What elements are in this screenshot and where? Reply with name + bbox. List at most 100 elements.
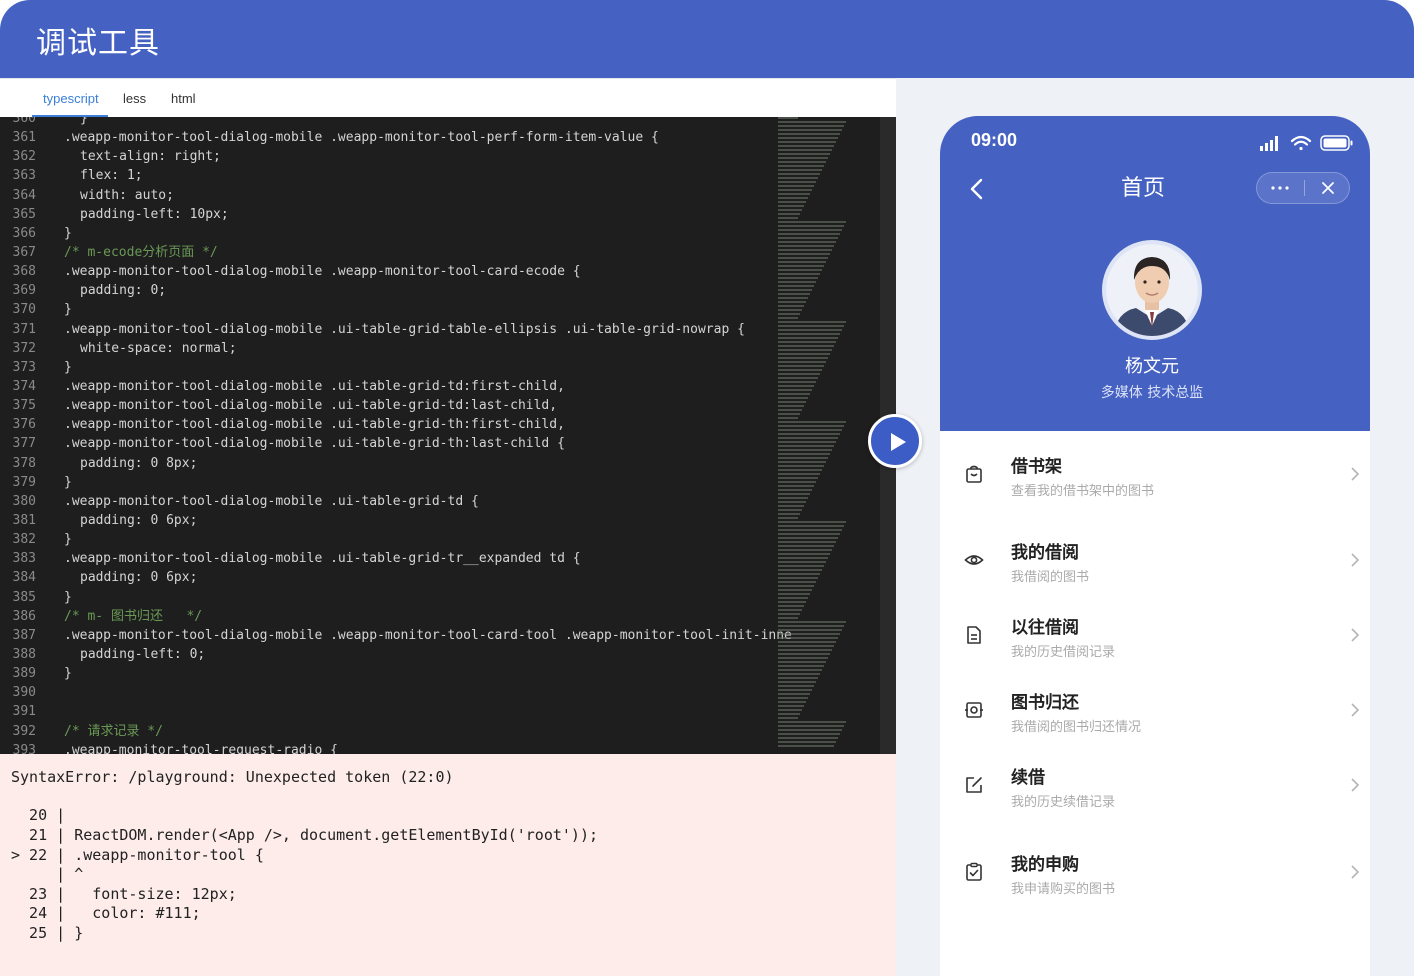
line-text: padding: 0 6px; — [80, 570, 198, 586]
run-button[interactable] — [868, 414, 922, 468]
code-line: 386 /* m- 图书归还 */ — [0, 607, 775, 626]
user-name: 杨文元 — [1125, 356, 1179, 377]
line-text: padding: 0 6px; — [80, 512, 198, 528]
minimap-row — [778, 177, 818, 179]
code-line: 376 .weapp-monitor-tool-dialog-mobile .ui… — [0, 415, 775, 434]
menu-item-history-borrowing[interactable]: 以往借阅 我的历史借阅记录 — [940, 611, 1370, 687]
line-number: 383 — [12, 551, 36, 567]
minimap-row — [778, 593, 810, 595]
menu-item-bookshelf[interactable]: 借书架 查看我的借书架中的图书 — [940, 450, 1370, 526]
line-text: .weapp-monitor-tool-dialog-mobile .weapp… — [64, 264, 581, 280]
minimap-row — [778, 137, 838, 139]
line-text: } — [64, 666, 72, 682]
menu-item-book-return[interactable]: 图书归还 我借阅的图书归还情况 — [940, 686, 1370, 762]
menu-item-my-borrowing[interactable]: 我的借阅 我借阅的图书 — [940, 536, 1370, 612]
minimap-row — [778, 657, 828, 659]
code-line: 390 — [0, 683, 775, 702]
line-text: } — [64, 474, 72, 490]
line-text: } — [64, 359, 72, 375]
line-number: 374 — [12, 378, 36, 394]
tab-less[interactable]: less — [123, 91, 146, 106]
minimap-row — [778, 353, 830, 355]
line-number: 368 — [12, 264, 36, 280]
edit-icon — [966, 777, 982, 793]
minimap-row — [778, 225, 844, 227]
line-number: 367 — [12, 244, 36, 260]
minimap-row — [778, 689, 812, 691]
code-line: 372 white-space: normal; — [0, 339, 775, 358]
line-number: 380 — [12, 493, 36, 509]
minimap-row — [778, 453, 830, 455]
minimap-row — [778, 529, 842, 531]
menu-item-purchase-request[interactable]: 我的申购 我申请购买的图书 — [940, 848, 1370, 924]
code-line: 391 — [0, 702, 775, 721]
minimap-row — [778, 425, 844, 427]
minimap-row — [778, 545, 834, 547]
code-line: 370} — [0, 300, 775, 319]
wifi-icon — [1290, 135, 1312, 151]
minimap-row — [778, 289, 812, 291]
minimap-row — [778, 149, 832, 151]
line-text: padding: 0 8px; — [80, 455, 198, 471]
minimap-row — [778, 645, 834, 647]
menu-item-renew[interactable]: 续借 我的历史续借记录 — [940, 761, 1370, 837]
tab-html[interactable]: html — [171, 91, 196, 106]
mini-program-capsule — [1256, 172, 1350, 204]
minimap-row — [778, 437, 838, 439]
code-line: 365 padding-left: 10px; — [0, 205, 775, 224]
status-time: 09:00 — [971, 130, 1018, 150]
line-number: 393 — [12, 742, 36, 754]
minimap-row — [778, 193, 810, 195]
minimap-row — [778, 233, 840, 235]
minimap-row — [778, 617, 798, 619]
minimap-row — [778, 405, 804, 407]
avatar[interactable] — [1102, 240, 1202, 340]
minimap-row — [778, 365, 824, 367]
line-text: padding: 0; — [80, 283, 167, 299]
minimap-row — [778, 305, 804, 307]
minimap-row — [778, 281, 816, 283]
line-text: padding-left: 10px; — [80, 206, 229, 222]
minimap-row — [778, 157, 828, 159]
line-text: text-align: right; — [80, 149, 221, 165]
minimap-row — [778, 309, 802, 311]
code-line: 362 text-align: right; — [0, 147, 775, 166]
line-text: .weapp-monitor-tool-dialog-mobile .weapp… — [64, 627, 792, 643]
minimap-row — [778, 293, 810, 295]
code-line: 366} — [0, 224, 775, 243]
minimap-row — [778, 441, 836, 443]
line-number: 362 — [12, 149, 36, 165]
chevron-right-icon — [1351, 553, 1360, 567]
line-number: 382 — [12, 532, 36, 548]
code-line: 361 .weapp-monitor-tool-dialog-mobile .we… — [0, 128, 775, 147]
minimap-row — [778, 605, 804, 607]
editor-panel: typescript less html 360} 361 .weapp-monit… — [0, 78, 896, 976]
minimap-row — [778, 389, 812, 391]
minimap-row — [778, 737, 838, 739]
code-editor[interactable]: 360} 361 .weapp-monitor-tool-dialog-mobile… — [0, 117, 896, 754]
line-number: 365 — [12, 206, 36, 222]
minimap-row — [778, 633, 840, 635]
minimap-row — [778, 729, 842, 731]
minimap-row — [778, 741, 836, 743]
tab-typescript[interactable]: typescript — [43, 91, 99, 106]
minimap-row — [778, 553, 830, 555]
line-text: } — [64, 532, 72, 548]
menu-label: 续借 — [1011, 768, 1045, 788]
error-message: SyntaxError: /playground: Unexpected tok… — [11, 768, 454, 786]
line-number: 369 — [12, 283, 36, 299]
more-icon[interactable] — [1257, 173, 1304, 203]
minimap-row — [778, 297, 808, 299]
code-minimap[interactable] — [776, 117, 880, 754]
line-number: 392 — [12, 723, 36, 739]
line-text: flex: 1; — [80, 168, 143, 184]
minimap-row — [778, 169, 822, 171]
minimap-row — [778, 121, 846, 123]
eye-icon — [964, 555, 984, 565]
chevron-right-icon — [1351, 865, 1360, 879]
minimap-row — [778, 333, 840, 335]
close-icon[interactable] — [1305, 173, 1351, 203]
minimap-row — [778, 317, 798, 319]
code-lines: 360} 361 .weapp-monitor-tool-dialog-mobile… — [0, 117, 792, 754]
line-text: .weapp-monitor-tool-dialog-mobile .weapp… — [64, 130, 659, 146]
